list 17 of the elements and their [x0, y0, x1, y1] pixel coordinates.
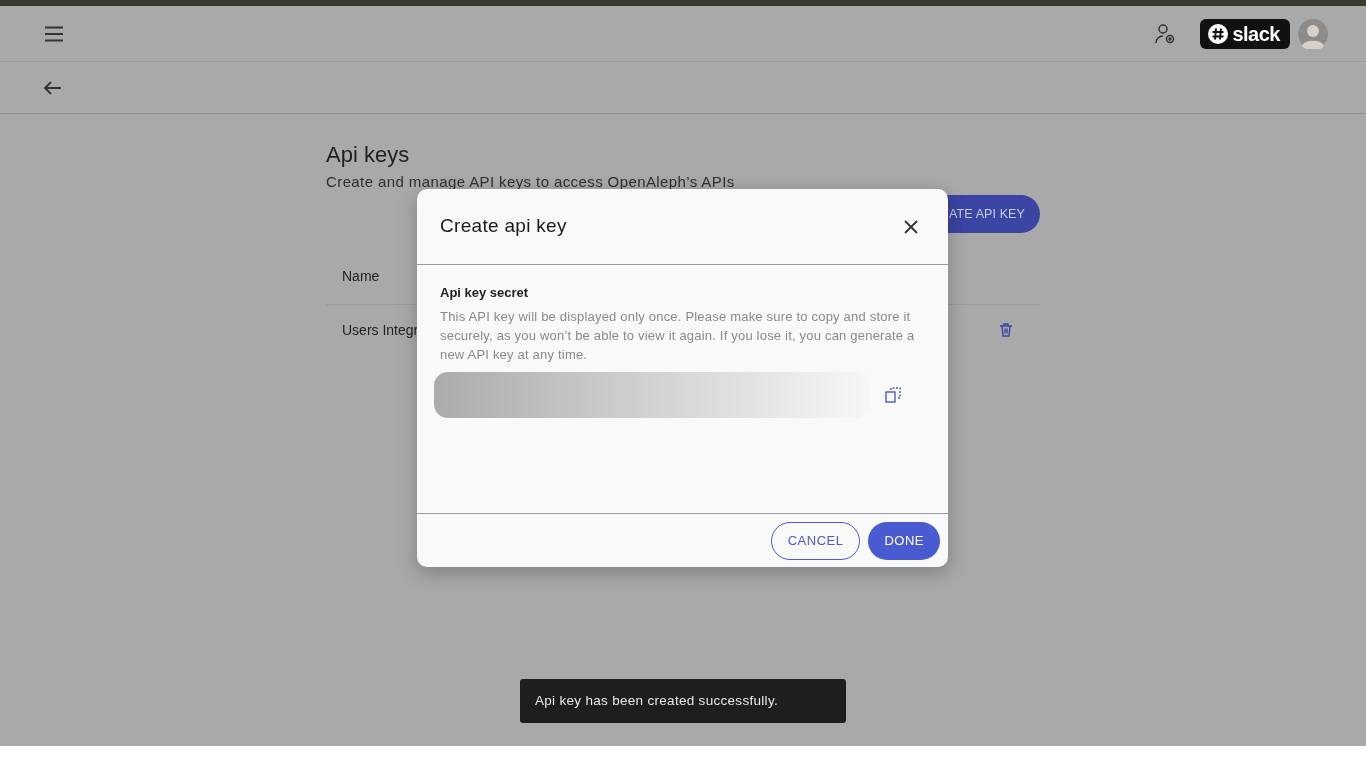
copy-icon[interactable]: [885, 386, 901, 403]
hash-icon: [1208, 23, 1229, 44]
column-header: Name: [342, 267, 380, 286]
table-cell-text: Users Integr: [342, 320, 419, 340]
dialog-description: This API key will be displayed only once. Please make sure to copy and store it securely, as you won’t be able to view it again. If you lose it, you can generate a new API key at any time.: [440, 307, 916, 364]
page-title: Api keys: [326, 141, 411, 169]
back-arrow-icon[interactable]: [44, 80, 62, 95]
toast-message: Api key has been created successfully.: [520, 679, 846, 723]
slack-logo[interactable]: slack: [1200, 18, 1290, 49]
user-icon[interactable]: [1154, 22, 1177, 45]
trash-icon[interactable]: [1000, 323, 1012, 337]
menu-icon[interactable]: [44, 25, 64, 42]
page-subtitle: Create and manage API keys to access OpenAleph’s APIs: [326, 173, 736, 191]
field-label: Api key secret: [440, 284, 530, 302]
dialog-title: Create api key: [440, 214, 567, 239]
close-icon[interactable]: [904, 219, 918, 234]
done-button[interactable]: DONE: [868, 521, 940, 560]
